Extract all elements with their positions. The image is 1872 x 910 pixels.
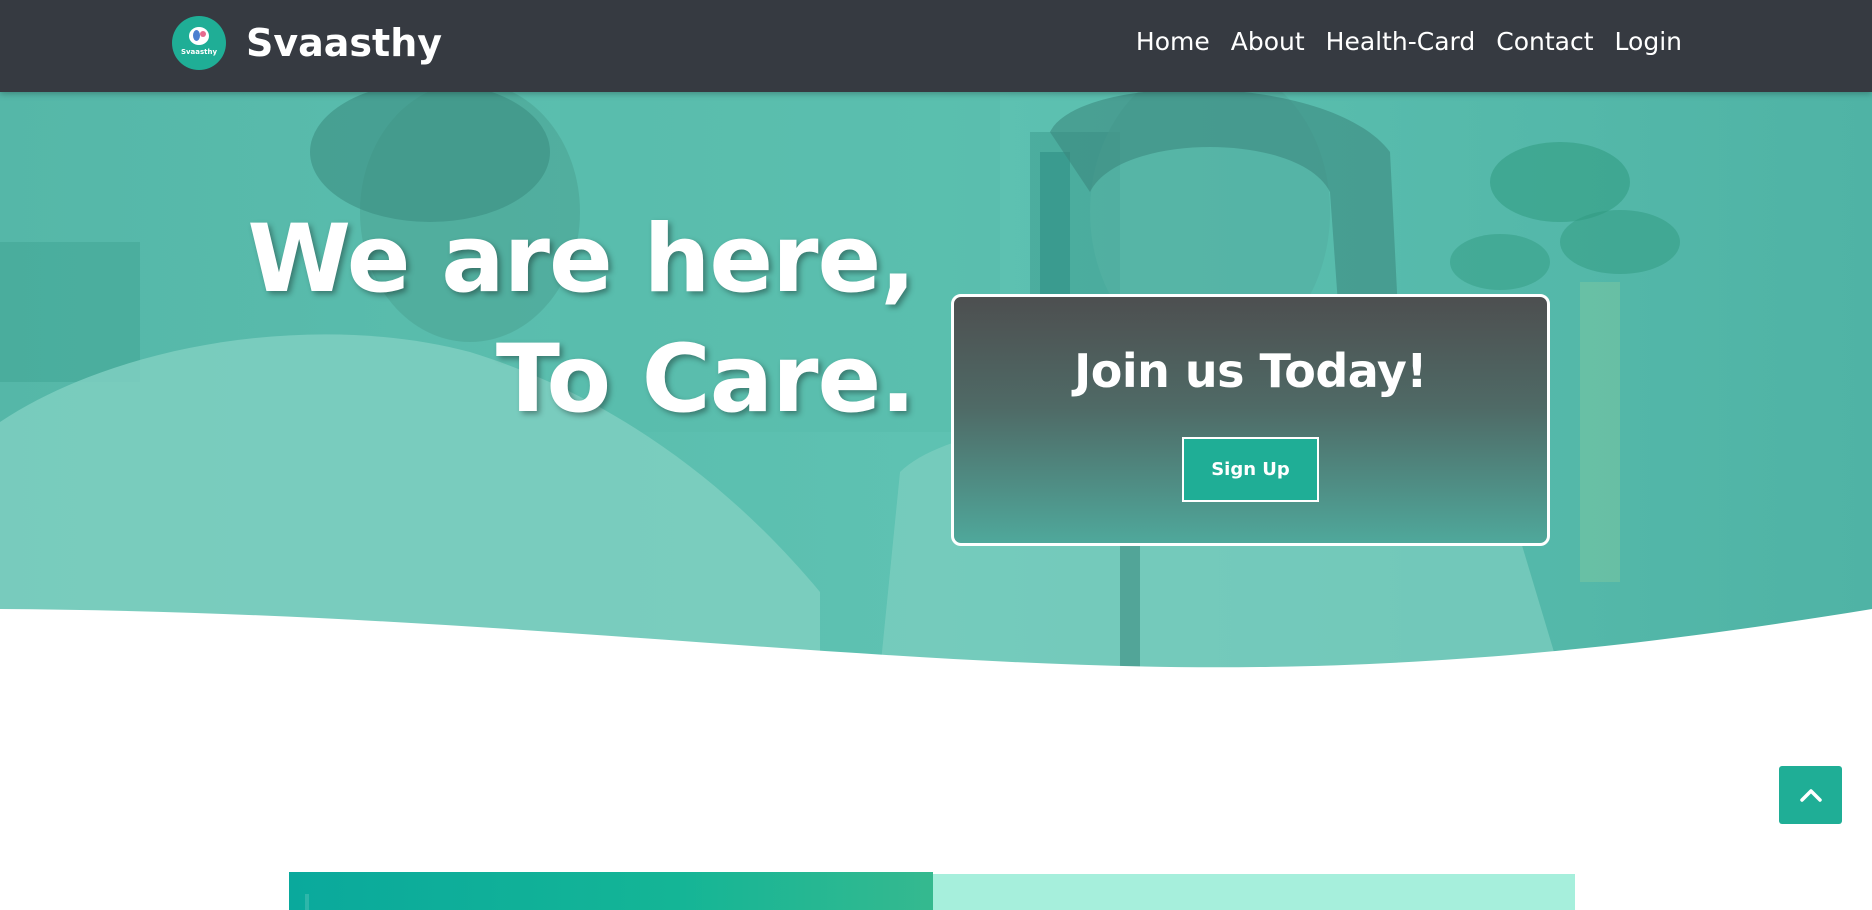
join-title: Join us Today!: [1074, 344, 1427, 398]
hero-title-line-1: We are here,: [247, 205, 916, 314]
feature-panel-right: [933, 874, 1575, 910]
navbar: Svaasthy Svaasthy Home About Health-Card…: [0, 0, 1872, 92]
brand-logo-icon: Svaasthy: [172, 16, 226, 70]
join-card: Join us Today! Sign Up: [951, 294, 1550, 546]
nav-link-health-card[interactable]: Health-Card: [1326, 24, 1476, 60]
scroll-top-button[interactable]: [1779, 766, 1842, 824]
brand-name[interactable]: Svaasthy: [246, 21, 442, 65]
hero-section: We are here, To Care. Join us Today! Sig…: [0, 92, 1872, 672]
hero-title-line-2: To Care.: [495, 325, 916, 434]
nav-link-contact[interactable]: Contact: [1496, 24, 1593, 60]
signup-button[interactable]: Sign Up: [1182, 437, 1319, 502]
chevron-up-icon: [1799, 789, 1822, 802]
hero-title: We are here, To Care.: [247, 200, 916, 440]
brand[interactable]: Svaasthy Svaasthy: [172, 15, 442, 71]
nav-links: Home About Health-Card Contact Login: [1115, 24, 1682, 60]
panel-left-detail: [305, 894, 309, 910]
nav-link-login[interactable]: Login: [1615, 24, 1682, 60]
nav-link-home[interactable]: Home: [1136, 24, 1210, 60]
logo-text: Svaasthy: [180, 47, 218, 56]
feature-panel-left: [289, 872, 933, 910]
nav-link-about[interactable]: About: [1231, 24, 1305, 60]
heart-logo-icon: [189, 26, 209, 45]
